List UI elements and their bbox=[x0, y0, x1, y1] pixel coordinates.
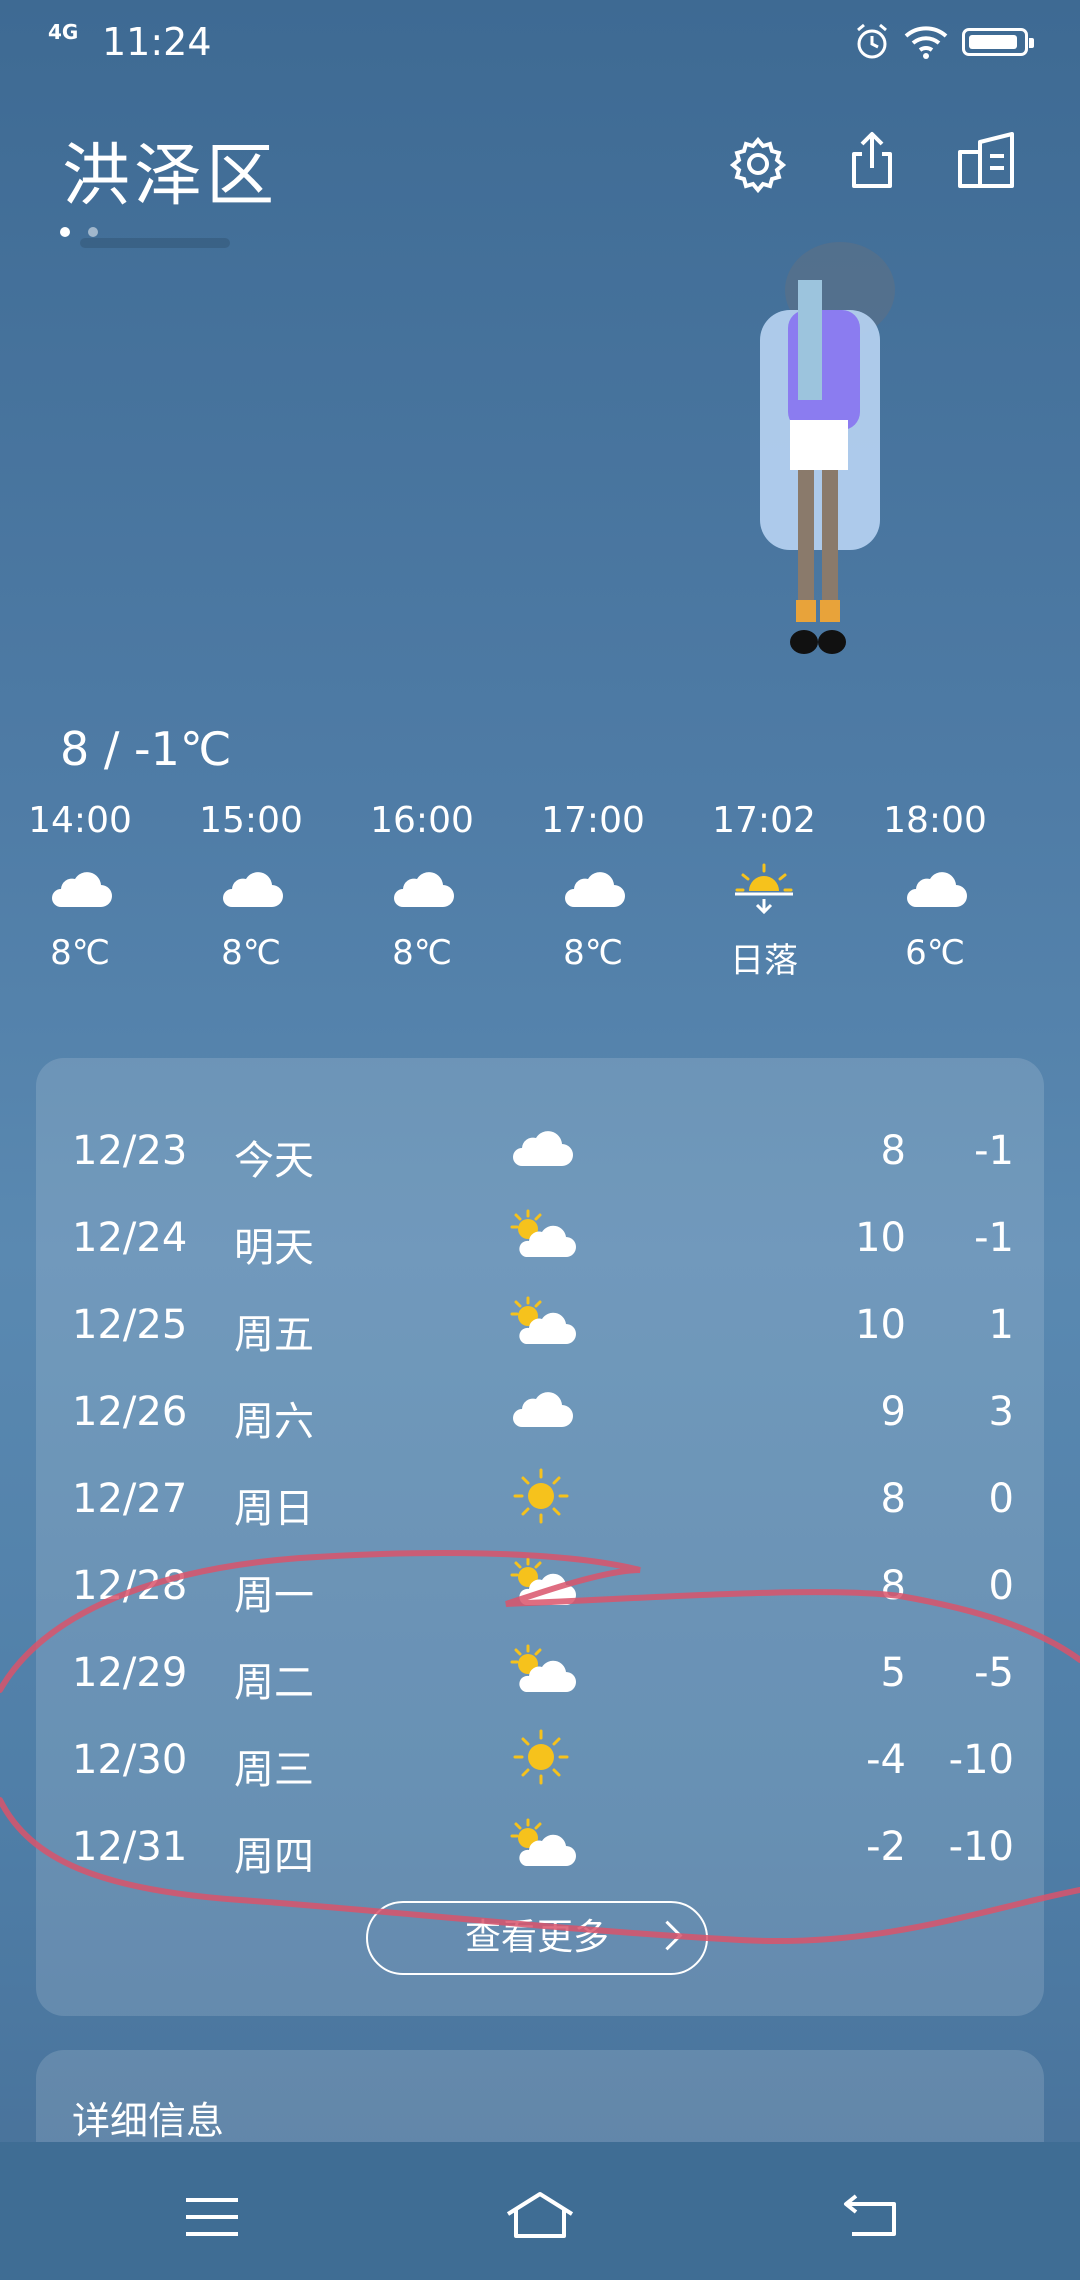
daily-date: 12/26 bbox=[72, 1389, 188, 1435]
back-icon[interactable] bbox=[840, 2192, 904, 2242]
hourly-item: 16:00 8℃ bbox=[337, 800, 507, 973]
hourly-time: 17:02 bbox=[712, 800, 816, 841]
hourly-time: 16:00 bbox=[370, 800, 474, 841]
hourly-time: 18:00 bbox=[883, 800, 987, 841]
hourly-time: 15:00 bbox=[199, 800, 303, 841]
details-title: 详细信息 bbox=[72, 2099, 225, 2143]
cloud-icon bbox=[900, 863, 970, 915]
daily-high: 9 bbox=[880, 1389, 906, 1435]
alarm-icon bbox=[857, 23, 887, 59]
daily-high: 8 bbox=[880, 1128, 906, 1174]
daily-high: 10 bbox=[855, 1215, 906, 1261]
daily-low: -1 bbox=[974, 1128, 1014, 1174]
daily-low: 0 bbox=[988, 1476, 1014, 1522]
status-bar: 4G 11:24 bbox=[0, 0, 1080, 80]
hourly-item: 15:00 8℃ bbox=[166, 800, 336, 973]
cloud-icon bbox=[506, 1118, 576, 1178]
hourly-item: 18:00 6℃ bbox=[850, 800, 1020, 973]
hourly-item: 17:00 8℃ bbox=[508, 800, 678, 973]
battery-icon bbox=[962, 28, 1034, 56]
daily-weekday: 明天 bbox=[234, 1225, 314, 1271]
hourly-temp: 8℃ bbox=[221, 933, 281, 973]
daily-date: 12/25 bbox=[72, 1302, 188, 1348]
city-list-icon[interactable] bbox=[954, 128, 1018, 192]
page-indicator-shadow bbox=[80, 238, 230, 248]
hourly-temp: 8℃ bbox=[50, 933, 110, 973]
sunset-icon bbox=[729, 863, 799, 915]
sun-icon bbox=[506, 1466, 576, 1526]
daily-low: 3 bbox=[988, 1389, 1014, 1435]
daily-row[interactable]: 12/25 周五 10 1 bbox=[36, 1284, 1044, 1370]
daily-high: 8 bbox=[880, 1476, 906, 1522]
hourly-forecast[interactable]: 14:00 8℃ 15:00 8℃ 16:00 8℃ 17:00 8℃ 17:0… bbox=[0, 800, 1080, 1000]
navigation-bar bbox=[0, 2142, 1080, 2280]
cloud-icon bbox=[558, 863, 628, 915]
cloud-icon bbox=[216, 863, 286, 915]
cloud-icon bbox=[45, 863, 115, 915]
daily-weekday: 周日 bbox=[234, 1486, 314, 1532]
daily-date: 12/27 bbox=[72, 1476, 188, 1522]
network-indicator: 4G bbox=[48, 20, 79, 44]
wifi-icon bbox=[904, 26, 948, 59]
hourly-time: 17:00 bbox=[541, 800, 645, 841]
hourly-temp: 日落 bbox=[730, 941, 798, 981]
daily-high: 10 bbox=[855, 1302, 906, 1348]
menu-icon[interactable] bbox=[180, 2192, 244, 2242]
home-icon[interactable] bbox=[504, 2190, 576, 2240]
daily-low: -1 bbox=[974, 1215, 1014, 1261]
daily-row[interactable]: 12/26 周六 9 3 bbox=[36, 1371, 1044, 1457]
character-illustration bbox=[760, 242, 895, 654]
hourly-item: 14:00 8℃ bbox=[0, 800, 165, 973]
daily-weekday: 周五 bbox=[234, 1312, 314, 1358]
daily-weekday: 周六 bbox=[234, 1399, 314, 1445]
partly-cloudy-icon bbox=[506, 1205, 576, 1265]
gear-icon[interactable] bbox=[726, 132, 790, 196]
partly-cloudy-icon bbox=[506, 1292, 576, 1352]
daily-weekday: 今天 bbox=[234, 1138, 314, 1184]
daily-row[interactable]: 12/24 明天 10 -1 bbox=[36, 1197, 1044, 1283]
daily-date: 12/23 bbox=[72, 1128, 188, 1174]
today-temp-range: 8 / -1℃ bbox=[60, 722, 232, 776]
hourly-temp: 6℃ bbox=[905, 933, 965, 973]
annotation-scribble bbox=[0, 1550, 1080, 1945]
daily-date: 12/24 bbox=[72, 1215, 188, 1261]
daily-low: 1 bbox=[988, 1302, 1014, 1348]
cloud-icon bbox=[506, 1379, 576, 1439]
cloud-icon bbox=[387, 863, 457, 915]
daily-row[interactable]: 12/23 今天 8 -1 bbox=[36, 1110, 1044, 1196]
hourly-temp: 8℃ bbox=[392, 933, 452, 973]
city-name[interactable]: 洪泽区 bbox=[62, 120, 278, 219]
hourly-temp: 8℃ bbox=[563, 933, 623, 973]
status-time: 11:24 bbox=[102, 20, 212, 64]
hourly-item: 17:02 日落 bbox=[679, 800, 849, 982]
hourly-time: 14:00 bbox=[28, 800, 132, 841]
share-icon[interactable] bbox=[840, 128, 904, 192]
